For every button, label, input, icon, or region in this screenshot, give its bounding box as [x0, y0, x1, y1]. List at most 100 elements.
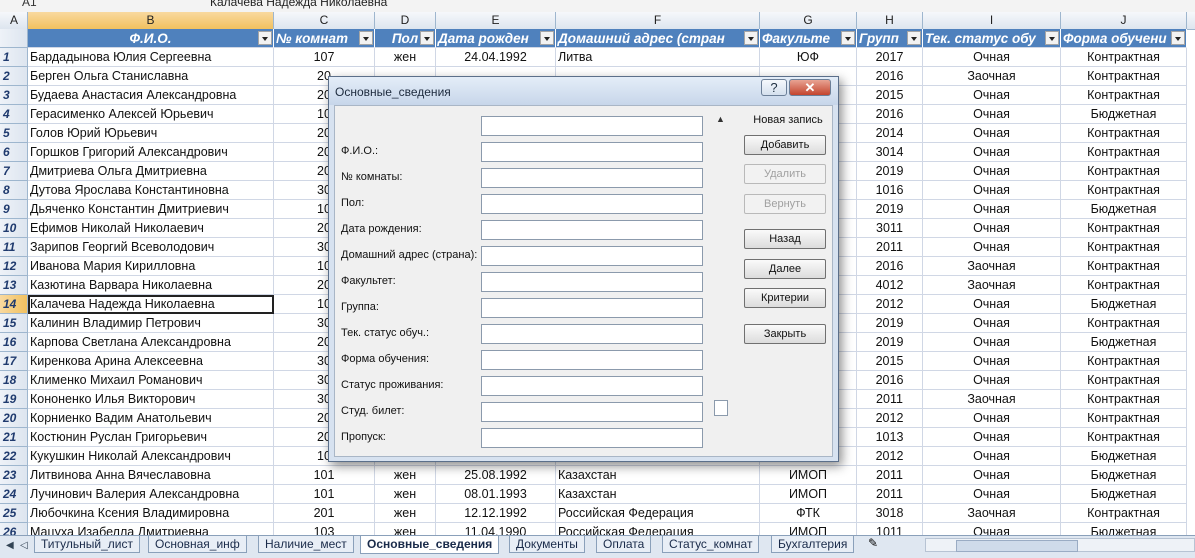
cell-grp[interactable]: 2015 — [857, 352, 923, 371]
cell-form[interactable]: Контрактная — [1061, 162, 1187, 181]
row-header[interactable]: 2 — [0, 67, 28, 86]
cell-form[interactable]: Бюджетная — [1061, 295, 1187, 314]
name-box[interactable]: A1 — [22, 0, 37, 9]
cell-fio[interactable]: Любочкина Ксения Владимировна — [28, 504, 274, 523]
cell-fio[interactable]: Казютина Варвара Николаевна — [28, 276, 274, 295]
cell-sex[interactable]: жен — [375, 48, 436, 67]
cell-grp[interactable]: 2011 — [857, 238, 923, 257]
cell-dob[interactable]: 08.01.1993 — [436, 485, 556, 504]
input-group[interactable] — [481, 298, 703, 318]
cell-fio[interactable]: Горшков Григорий Александрович — [28, 143, 274, 162]
cell-form[interactable]: Контрактная — [1061, 390, 1187, 409]
row-header[interactable]: 20 — [0, 409, 28, 428]
cell-grp[interactable]: 2011 — [857, 466, 923, 485]
column-header-a[interactable]: A — [0, 12, 28, 29]
cell-fio[interactable]: Лучинович Валерия Александровна — [28, 485, 274, 504]
add-button[interactable]: Добавить — [744, 135, 826, 155]
tab-oplata[interactable]: Оплата — [596, 536, 652, 553]
cell-dob[interactable]: 24.04.1992 — [436, 48, 556, 67]
row-header[interactable] — [0, 29, 28, 48]
cell-status[interactable]: Очная — [923, 200, 1061, 219]
horizontal-scrollbar[interactable] — [925, 538, 1195, 552]
cell-status[interactable]: Заочная — [923, 257, 1061, 276]
cell-fio[interactable]: Корниенко Вадим Анатольевич — [28, 409, 274, 428]
header-group[interactable]: Групп — [857, 29, 923, 48]
cell-form[interactable]: Бюджетная — [1061, 105, 1187, 124]
cell-status[interactable]: Заочная — [923, 390, 1061, 409]
prev-sheet-icon[interactable]: ◁ — [20, 540, 28, 552]
record-top-field[interactable] — [481, 116, 703, 136]
row-header[interactable]: 11 — [0, 238, 28, 257]
filter-dropdown-icon[interactable] — [744, 31, 758, 45]
row-header[interactable]: 22 — [0, 447, 28, 466]
cell-status[interactable]: Очная — [923, 428, 1061, 447]
scroll-up-icon[interactable]: ▲ — [716, 114, 725, 124]
cell-grp[interactable]: 1016 — [857, 181, 923, 200]
cell-status[interactable]: Очная — [923, 48, 1061, 67]
cell-form[interactable]: Контрактная — [1061, 409, 1187, 428]
input-status[interactable] — [481, 324, 703, 344]
row-header[interactable]: 15 — [0, 314, 28, 333]
header-form[interactable]: Форма обучени — [1061, 29, 1187, 48]
cell-form[interactable]: Контрактная — [1061, 143, 1187, 162]
cell-form[interactable]: Контрактная — [1061, 276, 1187, 295]
cell-form[interactable]: Контрактная — [1061, 124, 1187, 143]
cell-status[interactable]: Очная — [923, 219, 1061, 238]
scroll-thumb[interactable] — [714, 400, 728, 416]
cell-dob[interactable]: 12.12.1992 — [436, 504, 556, 523]
cell-fio[interactable]: Дутова Ярослава Константиновна — [28, 181, 274, 200]
tab-nalichie-mest[interactable]: Наличие_мест — [258, 536, 354, 553]
header-faculty[interactable]: Факульте — [760, 29, 857, 48]
filter-dropdown-icon[interactable] — [359, 31, 373, 45]
filter-dropdown-icon[interactable] — [258, 31, 272, 45]
next-button[interactable]: Далее — [744, 259, 826, 279]
cell-form[interactable]: Контрактная — [1061, 352, 1187, 371]
filter-dropdown-icon[interactable] — [420, 31, 434, 45]
header-room[interactable]: № комнат — [274, 29, 375, 48]
cell-sex[interactable]: жен — [375, 485, 436, 504]
cell-grp[interactable]: 3011 — [857, 219, 923, 238]
formula-input[interactable]: Калачева Надежда Николаевна — [210, 0, 387, 9]
input-student-id[interactable] — [481, 402, 703, 422]
cell-form[interactable]: Контрактная — [1061, 219, 1187, 238]
scroll-thumb[interactable] — [956, 540, 1078, 552]
cell-fac[interactable]: ЮФ — [760, 48, 857, 67]
tab-osnovnaya-inf[interactable]: Основная_инф — [148, 536, 247, 553]
cell-fio[interactable]: Калинин Владимир Петрович — [28, 314, 274, 333]
cell-form[interactable]: Контрактная — [1061, 504, 1187, 523]
cell-status[interactable]: Заочная — [923, 67, 1061, 86]
cell-addr[interactable]: Казахстан — [556, 466, 760, 485]
cell-status[interactable]: Очная — [923, 124, 1061, 143]
row-header[interactable]: 23 — [0, 466, 28, 485]
column-header-i[interactable]: I — [923, 12, 1061, 29]
row-header[interactable]: 12 — [0, 257, 28, 276]
cell-grp[interactable]: 2015 — [857, 86, 923, 105]
filter-dropdown-icon[interactable] — [540, 31, 554, 45]
cell-form[interactable]: Контрактная — [1061, 314, 1187, 333]
cell-form[interactable]: Бюджетная — [1061, 466, 1187, 485]
cell-status[interactable]: Очная — [923, 238, 1061, 257]
header-sex[interactable]: Пол — [375, 29, 436, 48]
cell-room[interactable]: 101 — [274, 466, 375, 485]
input-address[interactable] — [481, 246, 703, 266]
input-form[interactable] — [481, 350, 703, 370]
cell-sex[interactable]: жен — [375, 466, 436, 485]
cell-status[interactable]: Очная — [923, 447, 1061, 466]
close-button[interactable]: Закрыть — [744, 324, 826, 344]
cell-grp[interactable]: 2011 — [857, 485, 923, 504]
column-header-b[interactable]: B — [28, 12, 274, 29]
cell-status[interactable]: Очная — [923, 105, 1061, 124]
cell-room[interactable]: 101 — [274, 485, 375, 504]
row-header[interactable]: 10 — [0, 219, 28, 238]
new-sheet-icon[interactable]: ✎ — [868, 536, 882, 550]
row-header[interactable]: 25 — [0, 504, 28, 523]
tab-titulny[interactable]: Титульный_лист — [34, 536, 140, 553]
cell-status[interactable]: Очная — [923, 485, 1061, 504]
row-header[interactable]: 3 — [0, 86, 28, 105]
cell-status[interactable]: Очная — [923, 352, 1061, 371]
cell-status[interactable]: Очная — [923, 86, 1061, 105]
tab-dokumenty[interactable]: Документы — [509, 536, 585, 553]
filter-dropdown-icon[interactable] — [1045, 31, 1059, 45]
column-header-d[interactable]: D — [375, 12, 436, 29]
cell-form[interactable]: Бюджетная — [1061, 200, 1187, 219]
